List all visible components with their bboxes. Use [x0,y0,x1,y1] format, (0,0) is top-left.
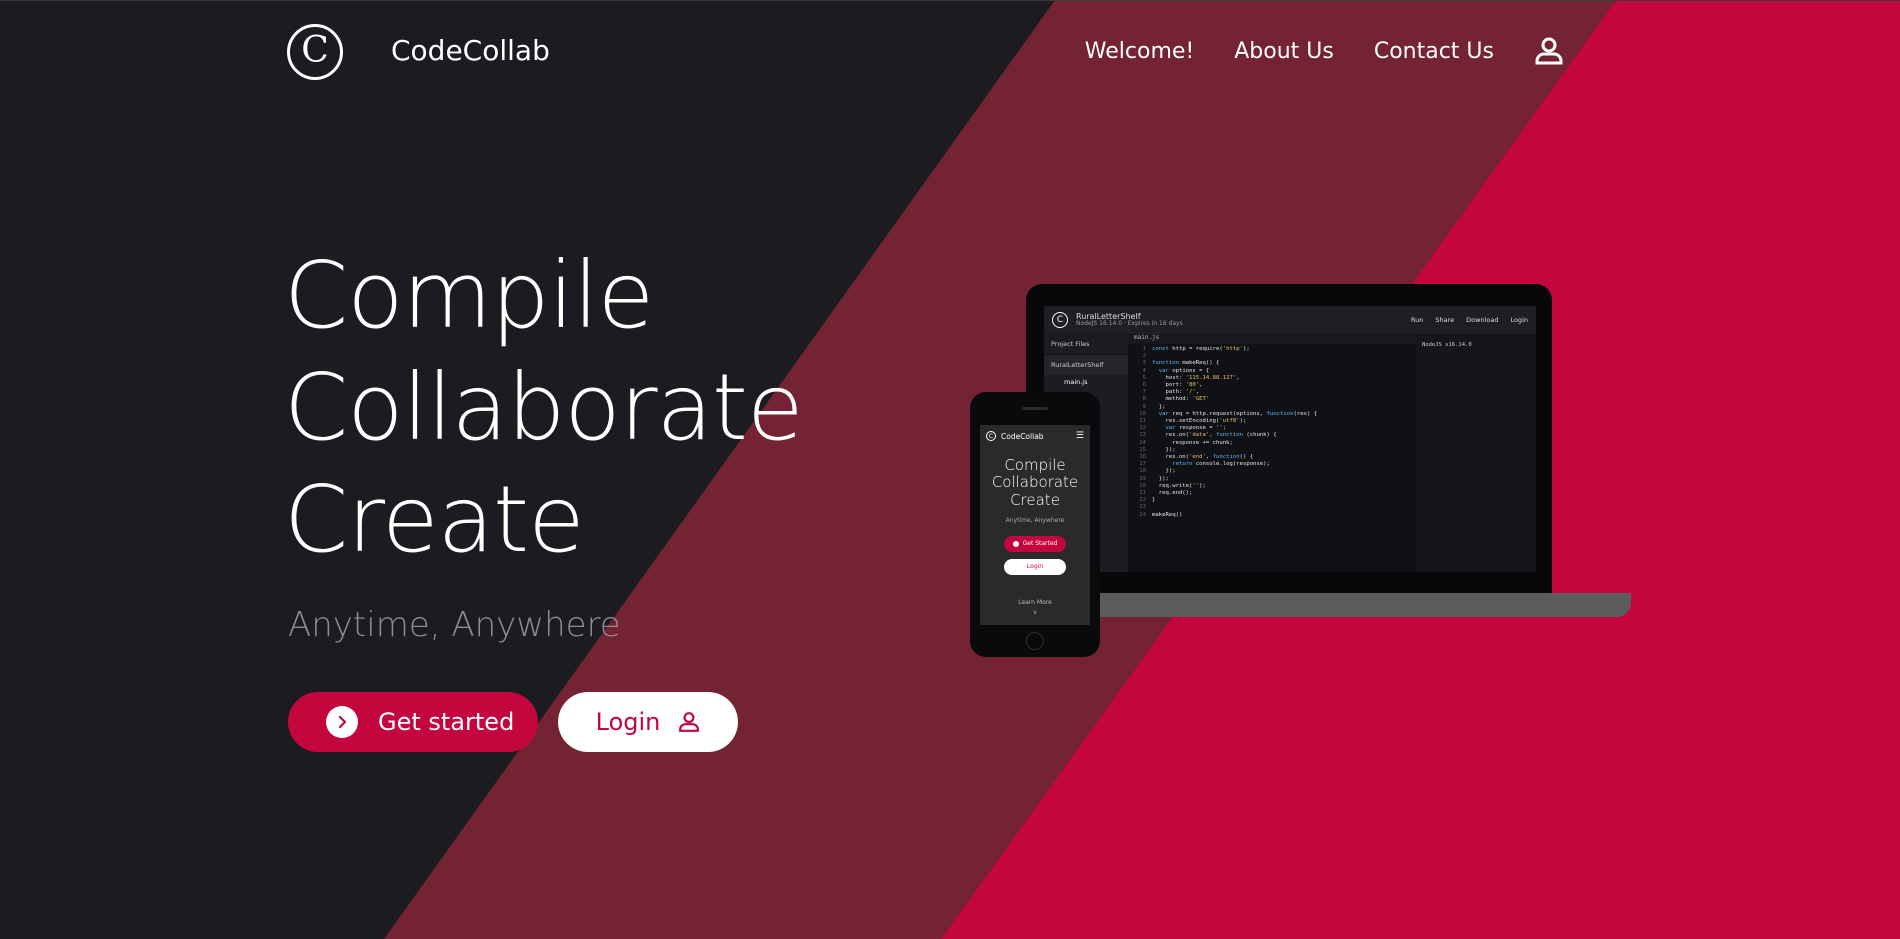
hero-line-collaborate: Collaborate [284,354,804,461]
project-meta: NodeJS 16.14.0 · Expires in 16 days [1076,320,1183,328]
hamburger-icon: ☰ [1075,431,1084,441]
nav-link-about[interactable]: About Us [1234,39,1334,64]
phone-mockup: C CodeCollab ☰ Compile Collaborate Creat… [970,392,1100,657]
output-panel: NodeJS v16.14.0 [1416,334,1536,572]
download-action: Download [1466,316,1499,324]
code-line: 10 var req = http.request(options, funct… [1139,410,1318,417]
top-border [0,0,1900,1]
code-line: 7 path: '/', [1142,389,1200,396]
chevron-right-icon [1012,540,1019,547]
code-editor: main.js 1 const http = require('http'); 2 3… [1128,334,1536,572]
code-line: 22} [1139,497,1156,504]
login-label: Login [595,708,661,736]
code-line: 21 req.end(); [1139,490,1193,497]
code-line: 6 port: '80', [1142,382,1203,389]
project-files-title: Project Files [1044,334,1128,355]
phone-tagline: Anytime, Anywhere [1005,516,1065,524]
folder-item: RuralLetterShelf [1044,355,1128,375]
editor-header: C RuralLetterShelf NodeJS 16.14.0 · Expi… [1044,306,1536,334]
phone-screen: C CodeCollab ☰ Compile Collaborate Creat… [980,425,1090,625]
phone-hero-line: Collaborate [991,473,1079,492]
logo-letter: C [301,30,329,71]
code-line: 20 req.write(''); [1139,482,1206,489]
code-line: 16 res.on('end', function() { [1139,454,1254,461]
user-icon[interactable] [1534,36,1564,66]
phone-home-button [1026,632,1044,650]
code-line: 2 [1142,353,1146,360]
run-action: Run [1410,316,1424,324]
phone-brand: CodeCollab [1001,431,1044,441]
nav-link-contact[interactable]: Contact Us [1374,39,1494,64]
code-line: 13 res.on('data', function (chunk) { [1139,432,1277,439]
hero-tagline: Anytime, Anywhere [288,605,621,645]
code-line: 14 response += chunk; [1139,439,1233,446]
logo-icon: C [986,431,996,441]
code-line: 23 [1139,504,1146,511]
laptop-screen: C RuralLetterShelf NodeJS 16.14.0 · Expi… [1044,306,1536,572]
phone-get-started-label: Get Started [1022,540,1058,548]
code-line: 12 var response = ''; [1139,425,1227,432]
chevron-down-icon: v [1033,608,1037,616]
share-action: Share [1435,316,1455,324]
phone-hero-line: Create [1010,490,1060,509]
code-line: 5 host: '115.14.88.127', [1142,374,1240,381]
user-icon [679,712,700,732]
file-item: main.js [1064,378,1088,386]
phone-login-label: Login [1026,563,1044,571]
hero-line-compile: Compile [284,242,654,349]
phone-hero: Compile Collaborate Create [980,456,1090,509]
phone-learn-more: Learn More [1018,598,1052,606]
laptop-mockup: C RuralLetterShelf NodeJS 16.14.0 · Expi… [1026,284,1552,594]
login-button[interactable]: Login [558,692,738,752]
phone-speaker [1022,407,1048,410]
code-block: 1 const http = require('http'); 2 3 function… [1128,346,1408,519]
logo-icon[interactable]: C [287,24,343,80]
brand-name[interactable]: CodeCollab [391,34,550,67]
get-started-button[interactable]: Get started [288,692,538,752]
get-started-label: Get started [378,708,515,736]
logo-icon: C [1052,312,1068,328]
code-line: 24 makeReq() [1139,511,1183,518]
phone-login-button: Login [1004,558,1066,575]
code-line: 15 }); [1139,446,1176,453]
chevron-right-icon [326,706,358,738]
code-line: 3 function makeReq() { [1142,360,1220,367]
code-line: 8 method: 'GET' [1142,396,1210,403]
code-line: 19 }); [1139,475,1169,482]
code-line: 9 }; [1142,403,1166,410]
code-line: 4 var options = { [1142,367,1210,374]
nav-menu: Welcome! About Us Contact Us [1085,36,1564,66]
code-line: 18 }); [1139,468,1176,475]
code-line: 11 res.setEncoding('utf8'); [1139,418,1247,425]
phone-get-started-button: Get Started [1004,535,1066,552]
nav-link-welcome[interactable]: Welcome! [1085,39,1194,64]
code-line: 17 return console.log(response); [1139,461,1270,468]
code-line: 1 const http = require('http'); [1142,346,1250,352]
phone-hero-line: Compile [1004,456,1066,474]
login-action: Login [1510,316,1528,324]
hero-line-create: Create [284,466,585,573]
